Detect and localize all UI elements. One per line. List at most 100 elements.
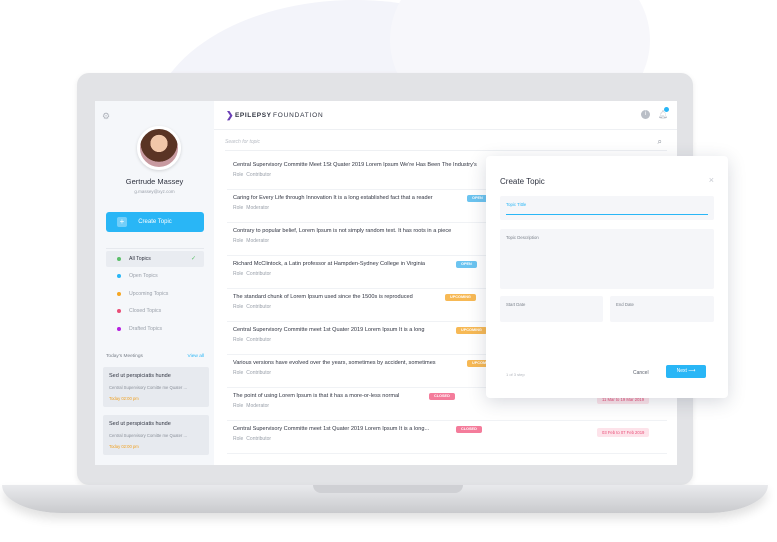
- role-value: Moderator: [246, 238, 270, 244]
- end-date-field[interactable]: End Date: [610, 296, 714, 322]
- filter-label: Upcoming Topics: [129, 290, 169, 297]
- topic-title: Central Supervisory Committe meet 1st Qu…: [233, 327, 425, 333]
- topic-role: Role Moderator: [233, 238, 269, 244]
- meeting-title: Sed ut perspiciatis hunde: [109, 421, 171, 427]
- logo-text-bold: EPILEPSY: [235, 112, 272, 119]
- topic-title: Central Supervisory Committe Meet 1St Qu…: [233, 162, 477, 168]
- gear-icon[interactable]: ⚙: [102, 111, 110, 122]
- create-topic-button[interactable]: + Create Topic: [106, 212, 204, 232]
- close-icon[interactable]: ×: [709, 175, 714, 185]
- meetings-header: Today's Meetings View all: [106, 354, 204, 359]
- role-label: Role: [233, 436, 244, 442]
- status-dot-icon: [117, 326, 121, 331]
- input-underline: [506, 214, 708, 215]
- status-badge: CLOSED: [456, 426, 482, 433]
- status-badge: CLOSED: [429, 393, 455, 400]
- info-icon[interactable]: i: [641, 110, 650, 119]
- role-value: Moderator: [246, 403, 270, 409]
- role-label: Role: [233, 205, 244, 211]
- create-topic-label: Create Topic: [138, 219, 172, 225]
- role-value: Contributor: [246, 436, 272, 442]
- sidebar: ⚙ Gertrude Massey g.massey@xyz.com + Cre…: [95, 101, 214, 465]
- role-label: Role: [233, 304, 244, 310]
- topic-role: Role Contributor: [233, 304, 271, 310]
- role-value: Moderator: [246, 205, 270, 211]
- topic-role: Role Contributor: [233, 271, 271, 277]
- start-date-label: Start Date: [506, 302, 526, 307]
- filter-label: Closed Topics: [129, 308, 162, 315]
- search-bar[interactable]: Search for topic ⌕: [225, 136, 667, 151]
- logo-icon: ❯: [226, 110, 234, 120]
- laptop-notch: [313, 485, 463, 493]
- topic-title: Richard McClintock, a Latin professor at…: [233, 261, 426, 267]
- topic-title: Various versions have evolved over the y…: [233, 360, 436, 366]
- topic-role: Role Contributor: [233, 436, 271, 442]
- topic-title-label: Topic Tittle: [506, 202, 527, 207]
- status-badge: OPEN: [467, 195, 488, 202]
- topic-role: Role Moderator: [233, 205, 269, 211]
- meeting-card[interactable]: Sed ut perspiciatis hunde Central Superv…: [103, 367, 209, 407]
- topic-title-field[interactable]: Topic Tittle: [500, 196, 714, 220]
- meeting-desc: Central Supervisory Comitte me Quater ..…: [109, 433, 187, 438]
- topic-description-label: Topic Description: [506, 235, 539, 240]
- search-icon[interactable]: ⌕: [658, 137, 662, 147]
- filter-item[interactable]: Open Topics: [106, 268, 204, 284]
- avatar[interactable]: [137, 126, 181, 170]
- meeting-desc: Central Supervisory Comitte me Quater ..…: [109, 385, 187, 390]
- meeting-time: Today 02:00 pm: [109, 444, 139, 449]
- create-topic-modal: Create Topic × Topic Tittle Topic Descri…: [486, 156, 728, 398]
- step-indicator: 1 of 3 step: [506, 372, 525, 377]
- status-dot-icon: [117, 291, 121, 296]
- topic-title: The point of using Lorem Ipsum is that i…: [233, 393, 400, 399]
- role-value: Contributor: [246, 370, 272, 376]
- role-value: Contributor: [246, 172, 272, 178]
- role-label: Role: [233, 337, 244, 343]
- plus-icon: +: [117, 217, 127, 227]
- filter-label: All Topics: [129, 256, 151, 262]
- topic-role: Role Moderator: [233, 403, 269, 409]
- role-value: Contributor: [246, 304, 272, 310]
- topic-filters: All Topics ✓ Open Topics Upcoming Topics Clo…: [106, 248, 204, 338]
- meeting-time: Today 02:00 pm: [109, 396, 139, 401]
- logo-text-light: FOUNDATION: [273, 112, 324, 119]
- date-range-badge: 03 Feb to 07 Feb 2019: [597, 428, 650, 437]
- user-email: g.massey@xyz.com: [134, 189, 175, 194]
- role-value: Contributor: [246, 337, 272, 343]
- topic-title: Caring for Every Life through Innovation…: [233, 195, 433, 201]
- role-label: Role: [233, 370, 244, 376]
- role-value: Contributor: [246, 271, 272, 277]
- view-all-link[interactable]: View all: [188, 354, 204, 359]
- topic-description-field[interactable]: Topic Description: [500, 229, 714, 289]
- status-dot-icon: [117, 257, 121, 261]
- role-label: Role: [233, 271, 244, 277]
- filter-item[interactable]: Drafted Topics: [106, 321, 204, 337]
- meeting-card[interactable]: Sed ut perspiciatis hunde Central Superv…: [103, 415, 209, 455]
- role-label: Role: [233, 172, 244, 178]
- notification-badge: [664, 107, 669, 112]
- status-dot-icon: [117, 274, 121, 279]
- modal-title: Create Topic: [500, 177, 545, 186]
- filter-item[interactable]: All Topics ✓: [106, 251, 204, 267]
- role-label: Role: [233, 403, 244, 409]
- role-label: Role: [233, 238, 244, 244]
- topic-row[interactable]: Central Supervisory Committe meet 1st Qu…: [227, 420, 667, 454]
- topic-title: The standard chunk of Lorem Ipsum used s…: [233, 294, 413, 300]
- filter-item[interactable]: Closed Topics: [106, 303, 204, 319]
- topic-role: Role Contributor: [233, 172, 271, 178]
- status-dot-icon: [117, 309, 121, 314]
- search-input[interactable]: Search for topic: [225, 139, 260, 145]
- user-name: Gertrude Massey: [125, 177, 184, 186]
- top-bar: ❯ EPILEPSY FOUNDATION i 🔔︎: [214, 101, 677, 130]
- start-date-field[interactable]: Start Date: [500, 296, 603, 322]
- filter-label: Open Topics: [129, 273, 158, 280]
- check-icon: ✓: [190, 256, 196, 262]
- status-badge: UPCOMING: [445, 294, 476, 301]
- next-button[interactable]: Next ⟶: [666, 365, 706, 378]
- status-badge: OPEN: [456, 261, 477, 268]
- topic-title: Central Supervisory Committe meet 1st Qu…: [233, 426, 430, 432]
- meeting-title: Sed ut perspiciatis hunde: [109, 373, 171, 379]
- topic-title: Contrary to popular belief, Lorem Ipsum …: [233, 228, 452, 234]
- cancel-button[interactable]: Cancel: [633, 370, 649, 376]
- filter-item[interactable]: Upcoming Topics: [106, 286, 204, 302]
- status-badge: UPCOMING: [456, 327, 487, 334]
